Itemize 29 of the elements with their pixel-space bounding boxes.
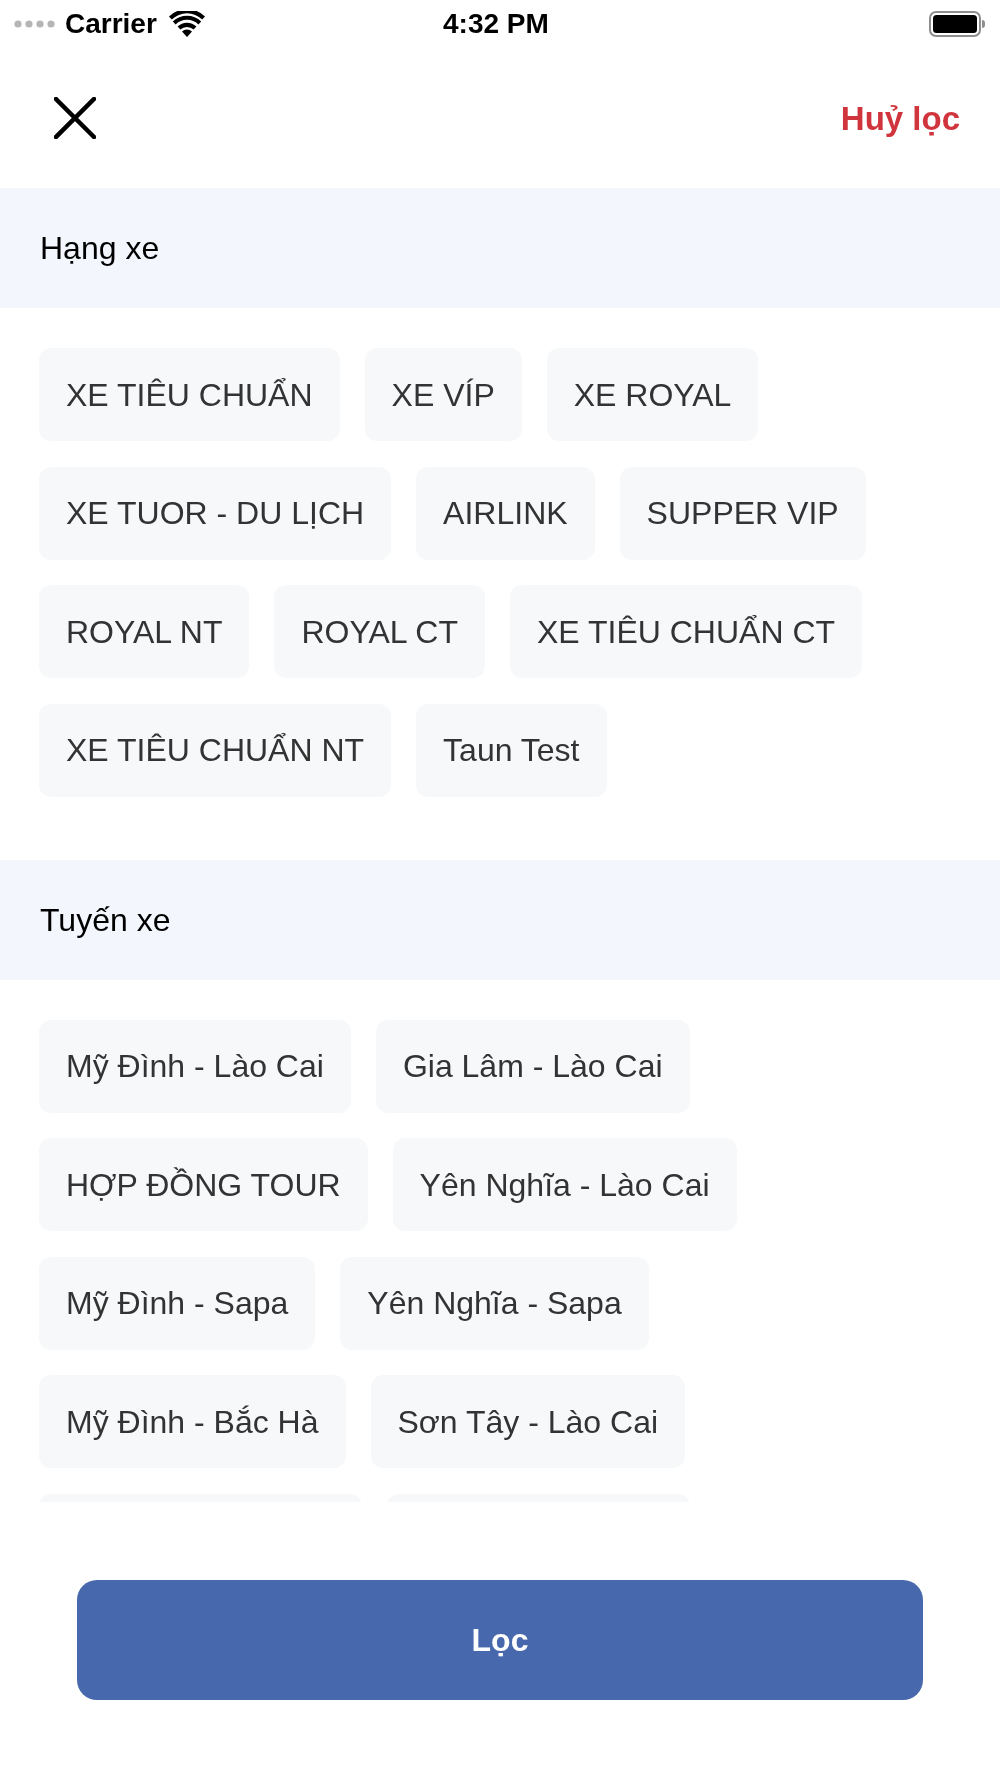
filter-chip[interactable]: SUPPER VIP bbox=[619, 466, 866, 560]
status-time: 4:32 PM bbox=[443, 10, 549, 38]
clear-filter-link[interactable]: Huỷ lọc bbox=[840, 101, 960, 135]
filter-chip[interactable]: Yên Nghĩa - Lào Cai bbox=[392, 1138, 737, 1231]
close-icon[interactable] bbox=[54, 97, 96, 139]
filter-chip[interactable]: XE TIÊU CHUẨN bbox=[39, 348, 340, 441]
filter-chip[interactable]: Mỹ Đình - Bắc Hà bbox=[39, 1375, 346, 1468]
filter-chip[interactable]: XE ROYAL bbox=[546, 348, 759, 441]
battery-icon bbox=[929, 11, 986, 37]
filter-chip[interactable]: XE VÍP bbox=[364, 348, 522, 441]
filter-chip[interactable]: Mỹ Đình - Sapa bbox=[39, 1256, 316, 1350]
filter-chip[interactable]: ROYAL CT bbox=[274, 585, 485, 678]
filter-chip[interactable]: Sơn Tây - Lào Cai bbox=[370, 1375, 686, 1468]
signal-strength-icon bbox=[14, 20, 55, 28]
filter-chip[interactable]: HỢP ĐỒNG TOUR bbox=[39, 1138, 368, 1231]
carrier-name: Carrier bbox=[65, 10, 157, 38]
filter-chip[interactable]: XE TIÊU CHUẨN NT bbox=[39, 703, 392, 797]
filter-chip[interactable]: Taun Test bbox=[416, 703, 607, 797]
filter-chip[interactable]: XE TIÊU CHUẨN CT bbox=[509, 585, 863, 678]
filter-button[interactable]: Lọc bbox=[77, 1580, 923, 1700]
wifi-icon bbox=[168, 11, 205, 37]
filter-chip[interactable]: XE TUOR - DU LỊCH bbox=[39, 466, 392, 560]
filter-chip[interactable]: ROYAL NT bbox=[39, 585, 250, 678]
filter-chip[interactable]: Yên Nghĩa - Sapa bbox=[340, 1256, 649, 1350]
section-title: Tuyến xe bbox=[40, 900, 171, 940]
filter-chip[interactable]: Mỹ Đình - Lào Cai bbox=[39, 1019, 351, 1113]
section-title: Hạng xe bbox=[40, 229, 160, 268]
filter-chip[interactable]: AIRLINK bbox=[416, 466, 595, 560]
filter-chip[interactable]: Gia Lâm - Lào Cai bbox=[375, 1019, 690, 1113]
